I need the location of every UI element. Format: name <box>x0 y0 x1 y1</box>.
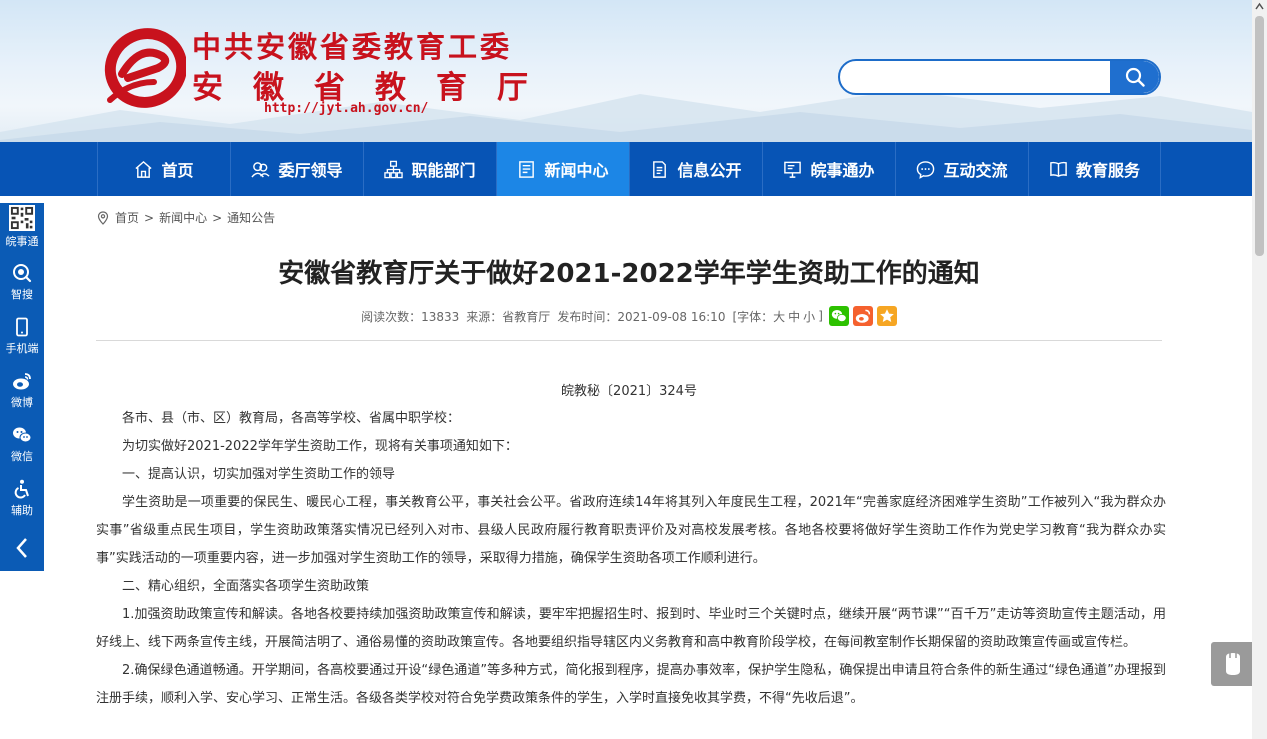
location-icon <box>97 210 109 225</box>
breadcrumb-notices[interactable]: 通知公告 <box>227 209 275 226</box>
article-paragraph: 一、提高认识，切实加强对学生资助工作的领导 <box>122 467 396 482</box>
site-header: 中共安徽省委教育工委 安 徽 省 教 育 厅 http://jyt.ah.gov… <box>0 0 1252 142</box>
leaders-icon <box>251 161 271 178</box>
search-input[interactable] <box>840 61 1110 93</box>
news-icon <box>519 160 535 178</box>
article-body: 各市、县（市、区）教育局，各高等学校、省属中职学校： 为切实做好2021-202… <box>96 405 1166 713</box>
side-item-label: 皖事通 <box>5 235 39 248</box>
font-size-large[interactable]: 大 <box>773 308 785 325</box>
qrcode-icon <box>9 205 35 231</box>
chevron-left-icon <box>16 538 27 558</box>
font-size-medium[interactable]: 中 <box>788 308 800 325</box>
nav-item-label: 职能部门 <box>411 161 476 180</box>
breadcrumb-separator: > <box>144 210 155 225</box>
nav-item-education-services[interactable]: 教育服务 <box>1028 142 1161 196</box>
scroll-up-arrow-icon[interactable] <box>1255 2 1264 11</box>
nav-item-departments[interactable]: 职能部门 <box>363 142 496 196</box>
search-icon <box>1125 67 1145 87</box>
breadcrumb-home[interactable]: 首页 <box>115 209 139 226</box>
article-paragraph: 学生资助是一项重要的保民生、暖民心工程，事关教育公平，事关社会公平。省政府连续1… <box>96 495 1166 566</box>
nav-item-home[interactable]: 首页 <box>97 142 230 196</box>
scrollbar[interactable] <box>1252 0 1267 739</box>
home-icon <box>135 160 153 178</box>
nav-item-label: 首页 <box>161 161 194 180</box>
main-nav: 首页 委厅领导 职能部门 新闻中心 信息公开 皖事通办 互动交流 教育服务 <box>0 142 1252 196</box>
nav-item-news[interactable]: 新闻中心 <box>496 142 629 196</box>
side-item-weibo[interactable]: 微博 <box>0 367 44 421</box>
article-paragraph: 2.确保绿色通道畅通。开学期间，各高校要通过开设“绿色通道”等多种方式，简化报到… <box>96 663 1166 706</box>
side-item-accessibility[interactable]: 辅助 <box>0 475 44 529</box>
nav-item-info-disclosure[interactable]: 信息公开 <box>629 142 762 196</box>
search-button[interactable] <box>1110 61 1159 93</box>
org-chart-icon <box>384 160 404 178</box>
side-item-wechat[interactable]: 微信 <box>0 421 44 475</box>
article-paragraph: 二、精心组织，全面落实各项学生资助政策 <box>122 579 370 594</box>
search-box <box>838 59 1161 95</box>
read-count: 阅读次数：13833 <box>361 309 460 324</box>
side-item-smart-search[interactable]: 智搜 <box>0 259 44 313</box>
article-title: 安徽省教育厅关于做好2021-2022学年学生资助工作的通知 <box>278 259 980 289</box>
article-paragraph: 各市、县（市、区）教育局，各高等学校、省属中职学校： <box>122 411 461 426</box>
side-toolbar: 皖事通 智搜 手机端 微博 微信 辅助 <box>0 203 44 571</box>
publish-time: 发布时间：2021-09-08 16:10 <box>557 309 726 324</box>
side-item-wanshitong[interactable]: 皖事通 <box>0 203 44 257</box>
font-size-close: ] <box>818 309 823 323</box>
org-name-line1: 中共安徽省委教育工委 <box>192 30 513 64</box>
site-url: http://jyt.ah.gov.cn/ <box>264 101 429 116</box>
breadcrumb: 首页 > 新闻中心 > 通知公告 <box>96 209 275 226</box>
nav-item-label: 委厅领导 <box>278 161 343 180</box>
nav-item-label: 教育服务 <box>1075 161 1140 180</box>
mobile-icon <box>16 317 28 337</box>
wechat-icon <box>13 427 32 443</box>
share-wechat-button[interactable] <box>828 306 849 326</box>
nav-item-leaders[interactable]: 委厅领导 <box>230 142 363 196</box>
accessibility-icon <box>14 479 29 499</box>
monitor-icon <box>784 161 802 178</box>
wechat-icon <box>831 310 847 322</box>
side-item-label: 微信 <box>11 450 33 463</box>
side-item-label: 手机端 <box>5 342 39 355</box>
article-meta: 阅读次数：13833 来源：省教育厅 发布时间：2021-09-08 16:10… <box>96 306 1162 326</box>
book-icon <box>1050 161 1067 177</box>
article-source: 来源：省教育厅 <box>466 309 551 324</box>
nav-item-label: 互动交流 <box>943 161 1008 180</box>
nav-item-label: 新闻中心 <box>544 161 609 180</box>
weibo-icon <box>13 373 31 390</box>
breadcrumb-news[interactable]: 新闻中心 <box>159 209 207 226</box>
nav-item-label: 皖事通办 <box>810 161 875 180</box>
document-number: 皖教秘〔2021〕324号 <box>561 384 697 399</box>
article-paragraph: 为切实做好2021-2022学年学生资助工作，现将有关事项通知如下： <box>122 439 518 454</box>
nav-item-services[interactable]: 皖事通办 <box>762 142 895 196</box>
scrollbar-thumb[interactable] <box>1255 16 1264 256</box>
favorite-button[interactable] <box>876 306 897 326</box>
side-item-mobile[interactable]: 手机端 <box>0 313 44 367</box>
nav-item-label: 信息公开 <box>677 161 742 180</box>
weibo-icon <box>855 309 870 323</box>
side-item-label: 智搜 <box>11 288 33 301</box>
star-icon <box>880 309 894 322</box>
sidebar-collapse-button[interactable] <box>0 525 44 571</box>
title-divider <box>96 340 1162 341</box>
smart-search-icon <box>13 264 32 283</box>
article-paragraph: 1.加强资助政策宣传和解读。各地各校要持续加强资助政策宣传和解读，要牢牢把握招生… <box>96 607 1166 650</box>
nav-item-interaction[interactable]: 互动交流 <box>895 142 1028 196</box>
e-logo-icon <box>104 28 186 108</box>
share-weibo-button[interactable] <box>852 306 873 326</box>
chat-icon <box>917 160 935 179</box>
font-size-small[interactable]: 小 <box>803 308 815 325</box>
cup-icon <box>1226 653 1240 675</box>
font-size-label: [字体： <box>732 309 774 324</box>
side-item-label: 微博 <box>11 396 33 409</box>
side-item-label: 辅助 <box>11 504 33 517</box>
document-icon <box>653 160 667 178</box>
floating-tool-button[interactable] <box>1211 642 1255 686</box>
breadcrumb-separator: > <box>212 210 223 225</box>
